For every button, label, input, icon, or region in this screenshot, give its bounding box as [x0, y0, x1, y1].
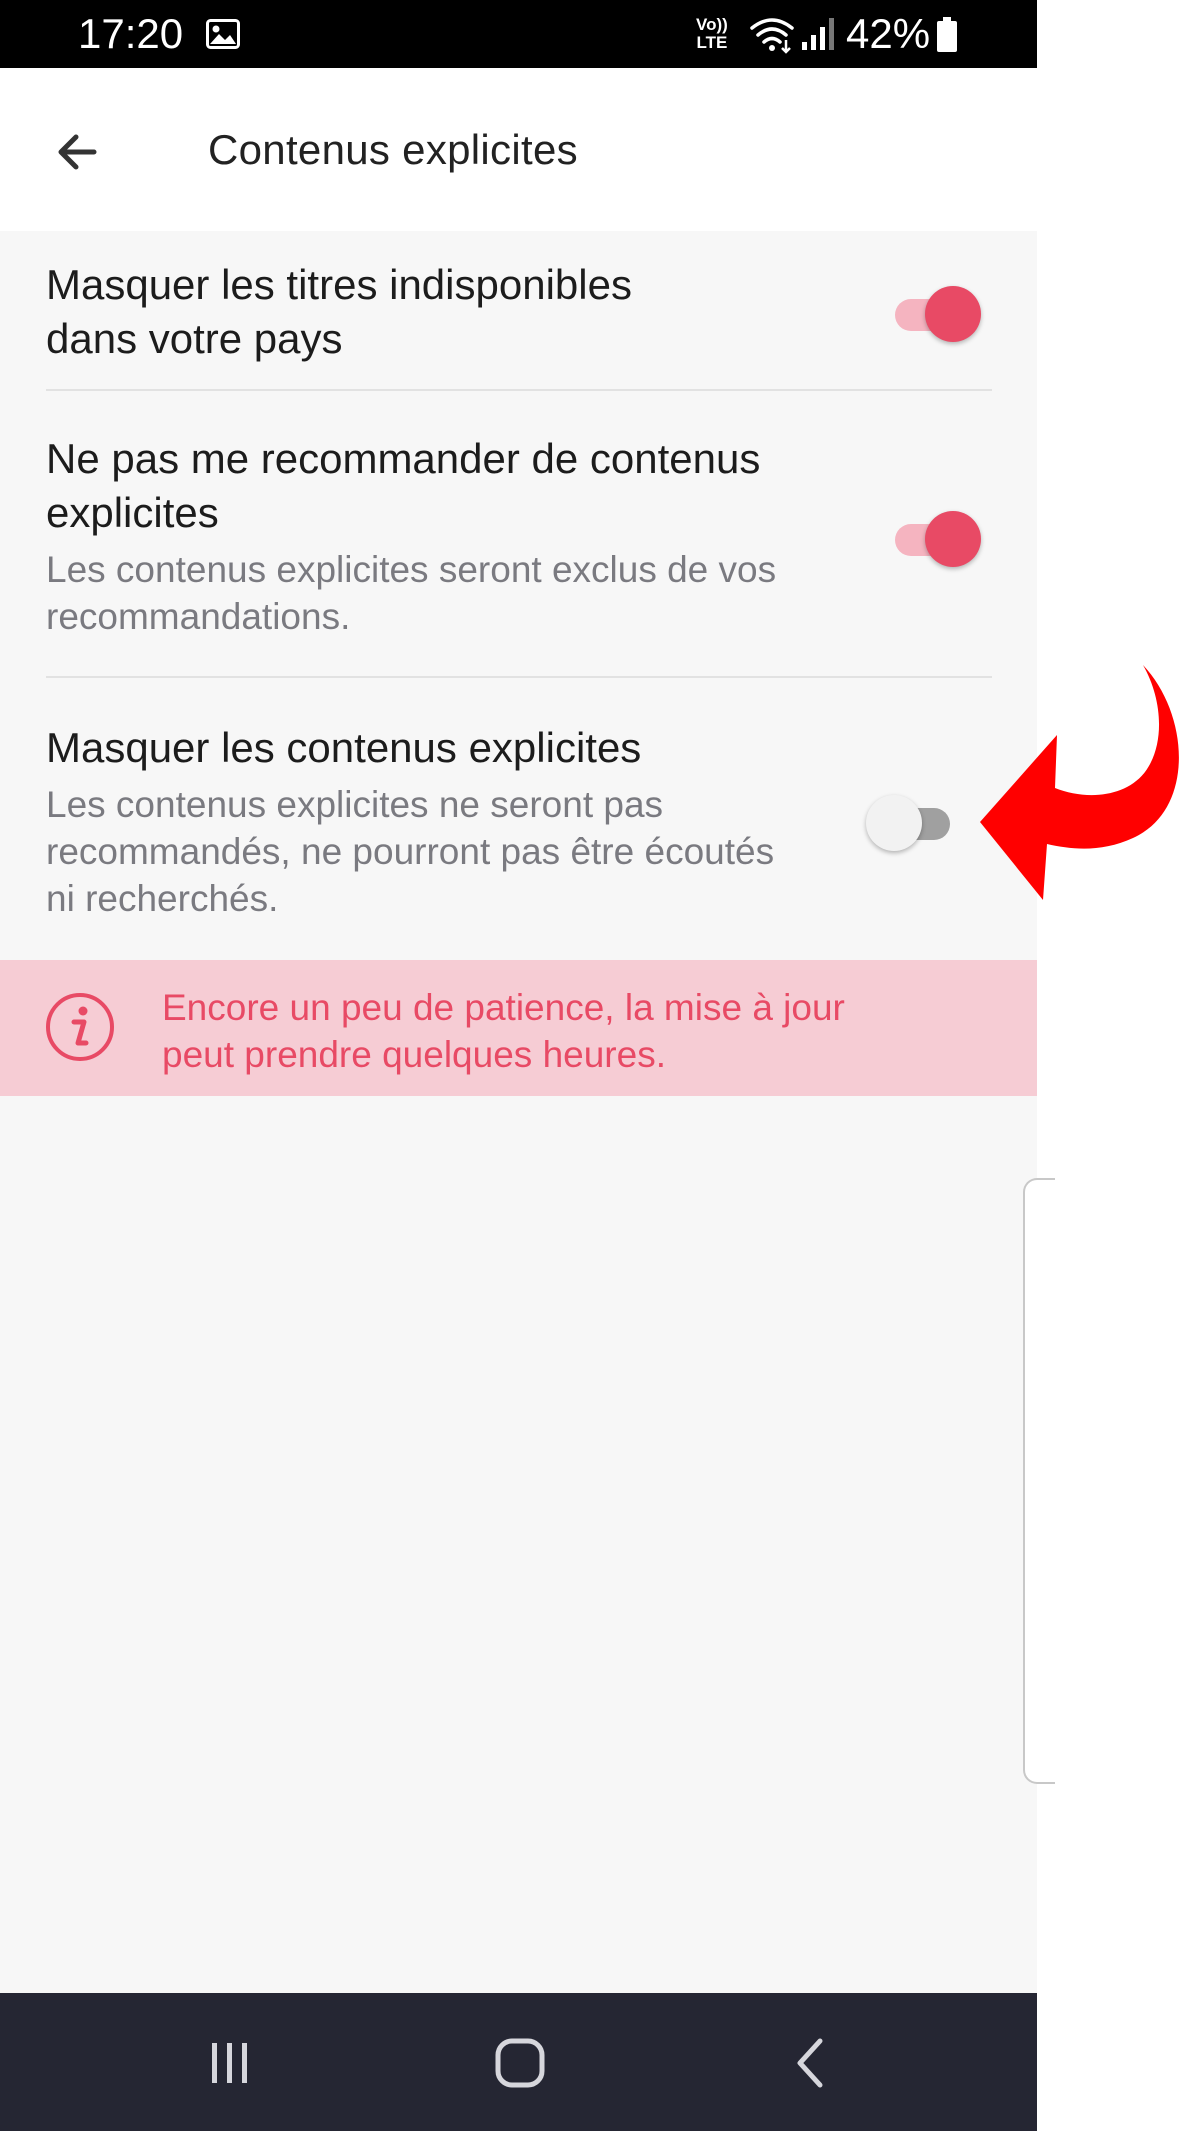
setting-title: Masquer les titres indisponibles dans vo…	[46, 258, 992, 366]
info-banner-line: Encore un peu de patience, la mise à jou…	[162, 987, 845, 1028]
status-bar: 17:20 Vo)) LTE 42%	[0, 0, 1037, 68]
info-banner-text: Encore un peu de patience, la mise à jou…	[162, 984, 1002, 1078]
toggle-hide-explicit-content[interactable]	[866, 789, 960, 851]
setting-description-line: recommandations.	[46, 596, 351, 637]
battery-percent: 42%	[846, 10, 931, 57]
volte-line-2: LTE	[696, 33, 728, 52]
volte-line-1: Vo))	[696, 15, 728, 34]
wifi-icon	[750, 18, 794, 54]
setting-title-line: Masquer les titres indisponibles	[46, 261, 632, 308]
battery-icon	[937, 17, 957, 52]
home-icon[interactable]	[490, 2033, 550, 2093]
setting-description: Les contenus explicites seront exclus de…	[46, 546, 992, 640]
gallery-icon	[206, 19, 240, 49]
phone-screen: 17:20 Vo)) LTE 42% Contenus explicites M…	[0, 0, 1037, 2131]
toggle-thumb	[866, 795, 922, 851]
page-title: Contenus explicites	[208, 126, 578, 173]
setting-description-line: recommandés, ne pourront pas être écouté…	[46, 831, 775, 872]
setting-description-line: ni recherchés.	[46, 878, 279, 919]
arrow-left-icon[interactable]	[48, 122, 108, 182]
divider	[46, 676, 992, 678]
signal-icon	[802, 18, 834, 50]
toggle-hide-unavailable-titles[interactable]	[887, 280, 981, 342]
setting-title-line: explicites	[46, 489, 219, 536]
setting-no-explicit-recommendations[interactable]: Ne pas me recommander de contenus explic…	[46, 432, 992, 640]
setting-hide-explicit-content[interactable]: Masquer les contenus explicites Les cont…	[46, 721, 992, 922]
app-bar: Contenus explicites	[0, 68, 1037, 231]
setting-description-line: Les contenus explicites seront exclus de…	[46, 549, 777, 590]
recent-apps-icon[interactable]	[200, 2033, 260, 2093]
setting-title-line: Masquer les contenus explicites	[46, 724, 642, 771]
setting-title-line: dans votre pays	[46, 315, 343, 362]
info-banner: Encore un peu de patience, la mise à jou…	[0, 960, 1037, 1096]
setting-description-line: Les contenus explicites ne seront pas	[46, 784, 664, 825]
toggle-thumb	[925, 511, 981, 567]
volte-indicator: Vo)) LTE	[696, 16, 728, 52]
toggle-thumb	[925, 286, 981, 342]
toggle-no-explicit-recommendations[interactable]	[887, 505, 981, 567]
status-time: 17:20	[78, 10, 184, 57]
setting-description: Les contenus explicites ne seront pas re…	[46, 781, 992, 922]
navigation-bar	[0, 1993, 1037, 2131]
info-icon	[46, 993, 114, 1061]
setting-title: Ne pas me recommander de contenus explic…	[46, 432, 992, 540]
setting-title: Masquer les contenus explicites	[46, 721, 992, 775]
edge-panel-handle[interactable]	[1023, 1178, 1055, 1784]
divider	[46, 389, 992, 391]
red-arrow-annotation	[980, 665, 1179, 900]
info-banner-line: peut prendre quelques heures.	[162, 1034, 666, 1075]
setting-hide-unavailable-titles[interactable]: Masquer les titres indisponibles dans vo…	[46, 258, 992, 366]
setting-title-line: Ne pas me recommander de contenus	[46, 435, 761, 482]
back-icon[interactable]	[782, 2033, 842, 2093]
